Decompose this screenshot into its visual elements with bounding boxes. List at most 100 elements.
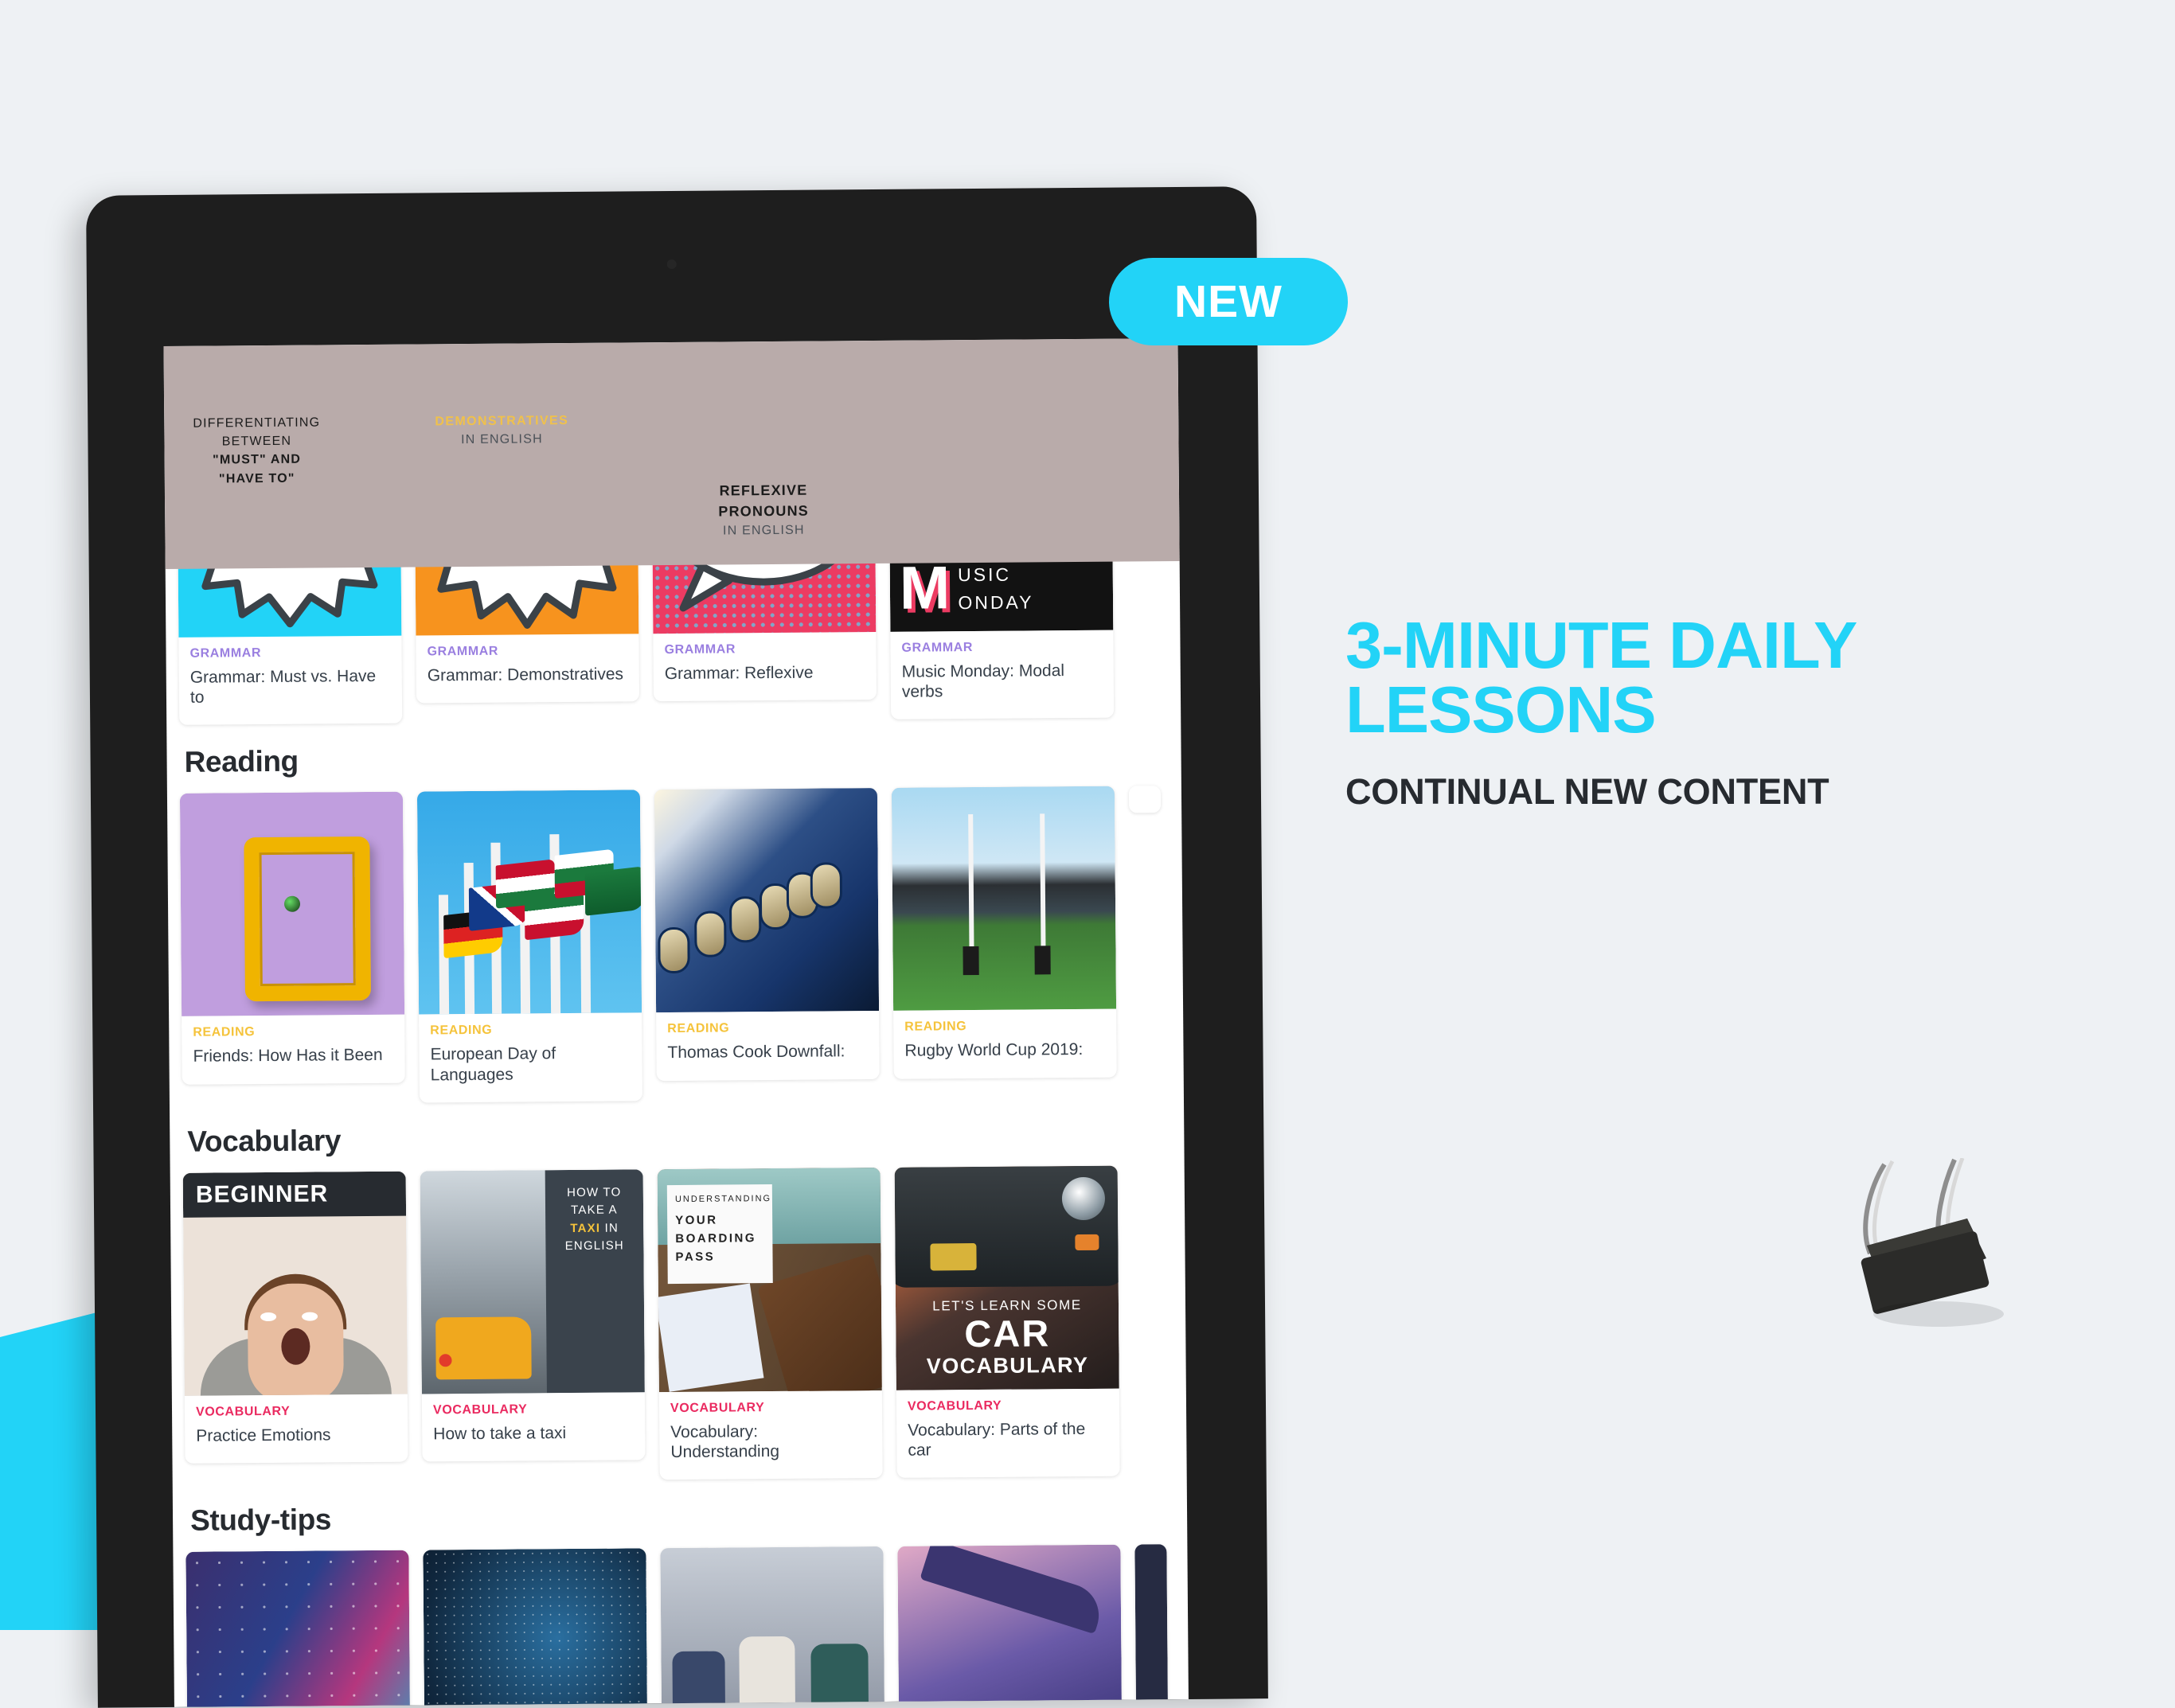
front-camera-icon xyxy=(666,259,677,270)
card-title: How to take a taxi xyxy=(433,1423,567,1444)
passport-icon xyxy=(756,1253,882,1392)
promo-headline: 3-MINUTE DAILY LESSONS xyxy=(1345,608,1857,747)
card-art-text: REFLEXIVE PRONOUNS IN ENGLISH xyxy=(718,482,810,538)
card-peek-right[interactable] xyxy=(1134,1544,1169,1707)
card-thumbnail xyxy=(163,794,168,1017)
american-british-flags-image: AMERICAN xyxy=(185,1550,411,1707)
card-thumbnail xyxy=(897,1544,1123,1707)
card-thumbnail xyxy=(416,790,642,1015)
card-title: Music Monday: Modal verbs xyxy=(901,661,1065,701)
tablet-screen: Grammar xyxy=(163,338,1189,1707)
card-title: European Day of Languages xyxy=(430,1044,556,1084)
taxi-icon xyxy=(435,1316,532,1380)
new-badge[interactable]: NEW xyxy=(1109,258,1348,345)
card-meta xyxy=(164,638,165,665)
city-traffic-image: HOW TO TAKE A TAXI IN ENGLISH xyxy=(420,1169,645,1394)
lesson-card[interactable] xyxy=(660,1546,885,1707)
lesson-card[interactable]: AMERICAN xyxy=(185,1550,411,1707)
rugby-stadium-image xyxy=(891,786,1117,1012)
lesson-card[interactable]: READING Friends: How Has it Been xyxy=(179,792,405,1085)
card-peek-left[interactable] xyxy=(163,794,168,1044)
card-kicker: VOCABULARY xyxy=(195,1404,291,1419)
lesson-card[interactable]: READING Rugby World Cup 2019: xyxy=(891,786,1117,1079)
card-row-reading[interactable]: READING Friends: How Has it Been READING… xyxy=(163,338,1184,1105)
card-meta xyxy=(1129,786,1161,813)
music-word: USIC xyxy=(958,563,1012,586)
card-art-text: DIFFERENTIATING BETWEEN "MUST" AND "HAVE… xyxy=(193,415,321,486)
card-thumbnail xyxy=(654,788,880,1013)
card-meta: GRAMMAR Grammar: Must vs. Have to xyxy=(178,636,402,726)
card-kicker: GRAMMAR xyxy=(427,644,499,659)
card-meta: VOCABULARY Practice Emotions xyxy=(185,1394,408,1463)
monday-word: ONDAY xyxy=(958,591,1034,613)
card-kicker: VOCABULARY xyxy=(907,1398,1002,1414)
card-meta: READING Thomas Cook Downfall: xyxy=(656,1011,880,1080)
card-title: Thomas Cook Downfall: xyxy=(667,1042,845,1063)
section-title-vocabulary: Vocabulary xyxy=(187,1124,342,1158)
airplane-fuselage-image xyxy=(654,788,880,1013)
card-kicker: READING xyxy=(193,1025,256,1040)
card-title: Friends: How Has it Been xyxy=(193,1046,383,1067)
promo-subhead: CONTINUAL NEW CONTENT xyxy=(1345,770,1829,812)
card-meta: VOCABULARY Vocabulary: Understanding xyxy=(659,1390,883,1480)
card-meta: GRAMMAR Grammar: Demonstratives xyxy=(416,634,639,703)
card-thumbnail: HOW TO TAKE A TAXI IN ENGLISH xyxy=(420,1169,645,1394)
card-title: Vocabulary: Parts of the car xyxy=(908,1419,1086,1460)
promo-block: 3-MINUTE DAILY LESSONS CONTINUAL NEW CON… xyxy=(1345,608,2094,813)
card-title: Grammar: Must vs. Have to xyxy=(189,666,377,707)
card-row-vocabulary[interactable]: BEGINNER VOCABULARY Practice Emotions HO… xyxy=(163,1165,1187,1484)
lesson-card[interactable] xyxy=(423,1548,648,1707)
airplane-wing-image xyxy=(897,1544,1123,1707)
card-row-study-tips[interactable]: AMERICAN xyxy=(163,1544,1189,1707)
gold-frame-icon xyxy=(244,836,371,1002)
card-thumbnail xyxy=(891,786,1117,1012)
card-meta: READING European Day of Languages xyxy=(419,1013,642,1103)
card-kicker: GRAMMAR xyxy=(189,646,262,661)
card-thumbnail: UNDERSTANDING YOUR BOARDING PASS xyxy=(657,1167,882,1392)
level-label: BEGINNER xyxy=(195,1180,329,1208)
flags-image xyxy=(416,790,642,1015)
card-kicker: GRAMMAR xyxy=(901,641,974,655)
card-title: Rugby World Cup 2019: xyxy=(904,1040,1084,1061)
card-meta: VOCABULARY Vocabulary: Parts of the car xyxy=(896,1388,1120,1478)
lesson-card[interactable]: LET'S LEARN SOME CAR VOCABULARY VOCABULA… xyxy=(894,1165,1120,1478)
card-kicker: VOCABULARY xyxy=(670,1400,765,1415)
card-title: Grammar: Demonstratives xyxy=(427,665,624,685)
lesson-card[interactable]: READING European Day of Languages xyxy=(416,790,642,1103)
card-meta: READING Friends: How Has it Been xyxy=(182,1015,405,1084)
classic-car-image: LET'S LEARN SOME CAR VOCABULARY xyxy=(894,1165,1119,1390)
section-vocabulary: Vocabulary BEGINNER VOCABULARY Practice … xyxy=(163,1117,1186,1484)
section-title-study-tips: Study-tips xyxy=(189,1503,332,1537)
card-title: Practice Emotions xyxy=(196,1425,331,1445)
lesson-card[interactable]: HOW TO TAKE A TAXI IN ENGLISH VOCABULARY… xyxy=(420,1169,646,1462)
card-thumbnail: BEGINNER xyxy=(182,1171,408,1396)
section-reading: Reading READING Friends: How Has it Been… xyxy=(163,338,1184,1105)
night-sky-image xyxy=(423,1548,648,1707)
lessons-app: Grammar xyxy=(163,338,1189,1707)
card-peek-left[interactable] xyxy=(163,1172,171,1424)
card-peek-right[interactable] xyxy=(163,338,1180,813)
lesson-card[interactable]: UNDERSTANDING YOUR BOARDING PASS VOCABUL… xyxy=(657,1167,883,1480)
card-art-text: UNDERSTANDING YOUR BOARDING PASS xyxy=(666,1184,773,1284)
section-study-tips: Study-tips AMERICAN xyxy=(163,1496,1189,1707)
new-badge-label: NEW xyxy=(1174,276,1283,327)
card-thumbnail: LET'S LEARN SOME CAR VOCABULARY xyxy=(894,1165,1119,1390)
card-meta xyxy=(164,1016,168,1043)
card-kicker: READING xyxy=(430,1024,493,1038)
lesson-card[interactable]: READING Thomas Cook Downfall: xyxy=(654,788,880,1081)
card-art-text: LET'S LEARN SOME CAR VOCABULARY xyxy=(926,1297,1089,1378)
lesson-card[interactable]: BEGINNER VOCABULARY Practice Emotions xyxy=(182,1171,408,1464)
card-meta: GRAMMAR Grammar: Reflexive xyxy=(653,632,877,701)
card-meta xyxy=(164,1396,171,1423)
card-thumbnail xyxy=(163,1172,170,1397)
card-kicker: VOCABULARY xyxy=(432,1402,528,1417)
students-waiting-image xyxy=(660,1546,885,1707)
boarding-pass-image: UNDERSTANDING YOUR BOARDING PASS xyxy=(657,1167,882,1392)
card-kicker: READING xyxy=(904,1020,967,1035)
tablet-device: Grammar xyxy=(86,186,1268,1708)
card-meta: READING Rugby World Cup 2019: xyxy=(893,1009,1117,1078)
background-wave-right xyxy=(1242,1417,2175,1630)
card-art-text: HOW TO TAKE A TAXI IN ENGLISH xyxy=(545,1169,645,1394)
card-thumbnail xyxy=(179,792,405,1017)
lesson-card[interactable] xyxy=(897,1544,1123,1707)
